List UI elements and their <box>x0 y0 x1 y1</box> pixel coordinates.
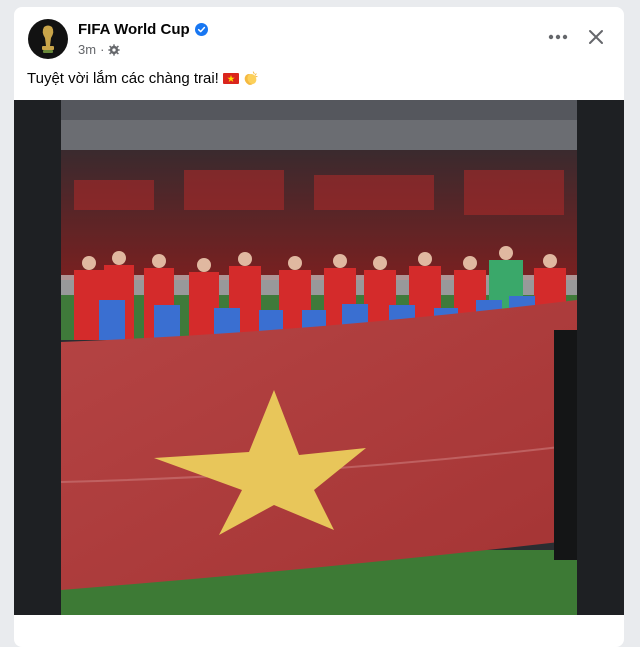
fifa-trophy-icon <box>42 25 54 53</box>
post-text: Tuyệt vời lắm các chàng trai! <box>27 70 258 87</box>
page-name-label[interactable]: FIFA World Cup <box>78 21 190 38</box>
gear-icon[interactable] <box>108 43 121 56</box>
page-name[interactable]: FIFA World Cup <box>78 21 208 38</box>
more-options-icon <box>548 34 568 40</box>
post-photo[interactable] <box>14 100 624 615</box>
post-text-content: Tuyệt vời lắm các chàng trai! <box>27 70 219 87</box>
post-header: FIFA World Cup 3m · <box>28 19 610 63</box>
post-meta: 3m · <box>78 42 121 57</box>
more-options-button[interactable] <box>544 23 572 51</box>
verified-badge-icon <box>194 23 208 36</box>
close-icon <box>589 30 603 44</box>
team-photo-image <box>14 100 624 615</box>
meta-separator: · <box>100 42 105 57</box>
page-avatar[interactable] <box>28 19 68 59</box>
close-button[interactable] <box>582 23 610 51</box>
vietnam-flag-emoji <box>222 73 239 84</box>
timestamp[interactable]: 3m <box>78 42 96 57</box>
clapping-hands-emoji <box>244 71 258 85</box>
